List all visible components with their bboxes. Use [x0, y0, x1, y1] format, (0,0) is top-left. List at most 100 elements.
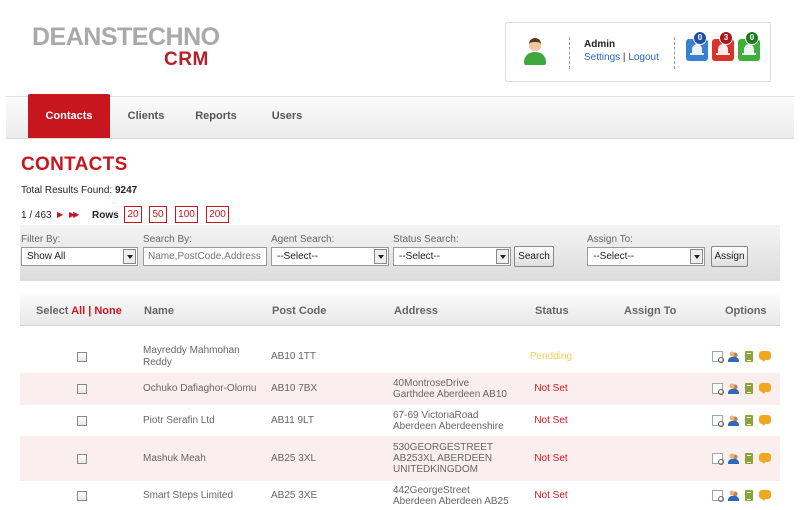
last-page-icon[interactable]: ▶▶ — [69, 210, 79, 219]
bell-icon — [690, 44, 704, 55]
address: 530GEORGESTREET AB253XL ABERDEEN UNITEDKIN… — [393, 442, 493, 475]
status-badge: Not Set — [534, 453, 568, 464]
select-none-link[interactable]: None — [94, 305, 122, 317]
comment-icon[interactable] — [759, 453, 771, 464]
address-line: 442GeorgeStreet — [393, 485, 470, 496]
assign-user-icon[interactable] — [728, 453, 739, 464]
tab-contacts[interactable]: Contacts — [28, 94, 110, 138]
status-badge: Not Set — [534, 383, 568, 394]
row-checkbox[interactable] — [77, 416, 87, 426]
row-checkbox[interactable] — [77, 454, 87, 464]
notification-button[interactable]: 0 — [686, 31, 708, 61]
row-checkbox[interactable] — [77, 384, 87, 394]
table-row: Piotr Serafin Ltd AB11 9LT 67-69 VictoriaR… — [20, 405, 780, 436]
name-header[interactable]: Name — [144, 305, 174, 317]
divider — [674, 37, 675, 69]
table-row: Mashuk Meah AB25 3XL 530GEORGESTREET AB253X… — [20, 436, 780, 481]
table-row: Ochuko Dafiaghor-Olomu AB10 7BX 40Montrose… — [20, 373, 780, 405]
postcode-header[interactable]: Post Code — [272, 305, 326, 317]
status-search-select[interactable]: --Select-- — [393, 247, 511, 266]
assign-to-label: Assign To: — [587, 234, 633, 245]
rows-50-button[interactable]: 50 — [149, 206, 167, 223]
assign-user-icon[interactable] — [728, 383, 739, 394]
notes-icon[interactable] — [745, 490, 753, 501]
comment-icon[interactable] — [759, 383, 771, 394]
status-search-value: --Select-- — [399, 251, 441, 262]
notification-button[interactable]: 3 — [712, 31, 734, 61]
postcode: AB10 7BX — [271, 383, 318, 394]
notes-icon[interactable] — [745, 415, 753, 426]
logo-subtext: CRM — [164, 49, 209, 70]
contact-name[interactable]: Smart Steps Limited — [143, 490, 233, 502]
row-checkbox[interactable] — [77, 491, 87, 501]
rows-200-button[interactable]: 200 — [206, 206, 229, 223]
contact-name[interactable]: Piotr Serafin Ltd — [143, 415, 215, 427]
settings-link[interactable]: Settings — [584, 52, 620, 63]
address-line: Aberdeen Aberdeenshire — [393, 421, 504, 432]
total-results: Total Results Found: 9247 — [21, 185, 137, 196]
contact-name[interactable]: Mashuk Meah — [143, 453, 206, 465]
filter-by-select[interactable]: Show All — [21, 247, 138, 266]
tab-reports[interactable]: Reports — [188, 94, 244, 138]
search-button[interactable]: Search — [514, 246, 554, 267]
notification-button[interactable]: 0 — [738, 31, 760, 61]
notification-count-badge: 0 — [745, 31, 759, 45]
postcode: AB25 3XE — [271, 490, 318, 501]
page-title: CONTACTS — [21, 154, 128, 175]
notes-icon[interactable] — [745, 453, 753, 464]
address-header[interactable]: Address — [394, 305, 438, 317]
bell-icon — [716, 44, 730, 55]
rows-100-button[interactable]: 100 — [175, 206, 198, 223]
user-links: Settings | Logout — [584, 52, 659, 63]
chevron-down-icon — [123, 249, 136, 264]
status-search-label: Status Search: — [393, 234, 459, 245]
select-all-link[interactable]: All — [71, 305, 85, 317]
postcode: AB11 9LT — [271, 415, 314, 426]
rows-20-button[interactable]: 20 — [124, 206, 142, 223]
agent-search-select[interactable]: --Select-- — [271, 247, 389, 266]
logout-link[interactable]: Logout — [628, 52, 659, 63]
search-input[interactable] — [143, 247, 267, 266]
comment-icon[interactable] — [759, 415, 771, 426]
main-nav: Contacts Clients Reports Users — [6, 94, 794, 139]
page-indicator: 1 / 463 — [21, 210, 52, 221]
address: 442GeorgeStreet Aberdeen Aberdeen AB25 — [393, 485, 509, 507]
header: DEANSTECHNO CRM Admin Settings | Logout … — [6, 6, 794, 96]
assign-button[interactable]: Assign — [711, 246, 748, 267]
select-header: Select All | None — [36, 305, 122, 317]
logo[interactable]: DEANSTECHNO CRM — [32, 24, 220, 70]
address-line: 530GEORGESTREET — [393, 442, 494, 453]
comment-icon[interactable] — [759, 490, 771, 501]
assign-user-icon[interactable] — [728, 351, 739, 362]
contact-name[interactable]: Ochuko Dafiaghor-Olomu — [143, 383, 256, 395]
total-count: 9247 — [114, 185, 138, 196]
view-icon[interactable] — [712, 383, 724, 395]
tab-users[interactable]: Users — [262, 94, 312, 138]
assign-user-icon[interactable] — [728, 490, 739, 501]
address-line: 67-69 VictoriaRoad — [393, 410, 479, 421]
assign-to-header[interactable]: Assign To — [624, 305, 676, 317]
notes-icon[interactable] — [745, 383, 753, 394]
bell-icon — [742, 44, 756, 55]
address: 40MontroseDrive Garthdee Aberdeen AB10 — [393, 378, 507, 400]
tab-clients[interactable]: Clients — [118, 94, 174, 138]
row-checkbox[interactable] — [77, 352, 87, 362]
view-icon[interactable] — [712, 490, 724, 502]
search-by-label: Search By: — [143, 234, 192, 245]
next-page-icon[interactable]: ▶ — [57, 210, 63, 219]
assign-user-icon[interactable] — [728, 415, 739, 426]
table-row: Smart Steps Limited AB25 3XE 442GeorgeStre… — [20, 481, 780, 510]
view-icon[interactable] — [712, 351, 724, 363]
filter-by-label: Filter By: — [21, 234, 61, 245]
comment-icon[interactable] — [759, 351, 771, 362]
contact-name-line: Smart Steps Limited — [143, 490, 234, 501]
contact-name-line: Piotr Serafin Ltd — [143, 415, 215, 426]
view-icon[interactable] — [712, 453, 724, 465]
table-row: Mayreddy Mahmohan Reddy AB10 1TT Pendding — [20, 340, 780, 373]
assign-to-value: --Select-- — [593, 251, 635, 262]
view-icon[interactable] — [712, 415, 724, 427]
status-header[interactable]: Status — [535, 305, 569, 317]
notes-icon[interactable] — [745, 351, 753, 362]
contact-name[interactable]: Mayreddy Mahmohan Reddy — [143, 345, 240, 369]
assign-to-select[interactable]: --Select-- — [587, 247, 705, 266]
